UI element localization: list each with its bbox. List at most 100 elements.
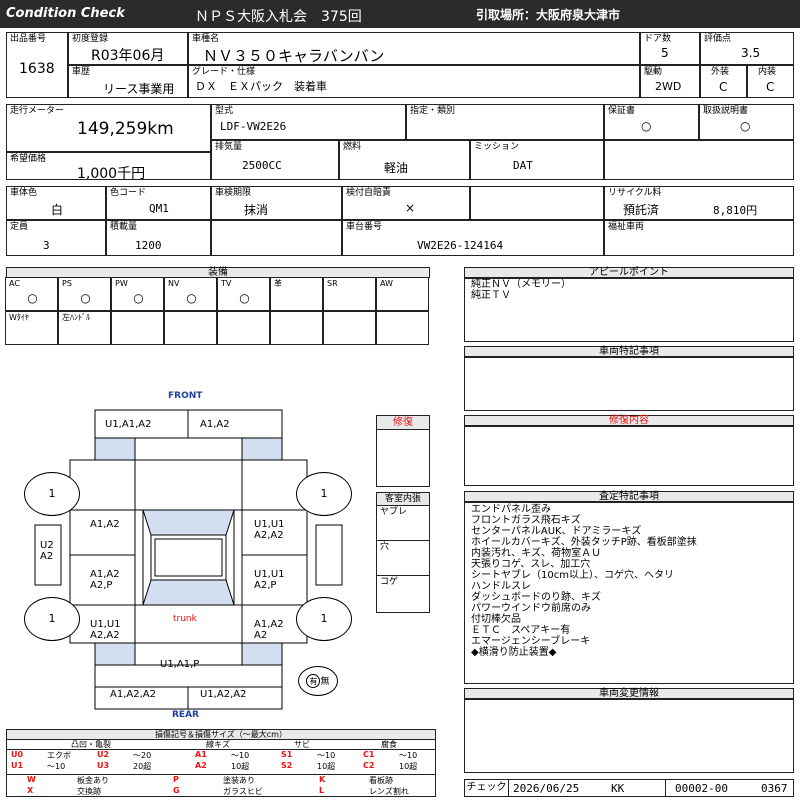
ext-label: 外装 (711, 67, 730, 77)
equipment-label: 革 (274, 279, 282, 288)
drive-label: 駆動 (644, 67, 663, 77)
tire-front-left[interactable]: 1 (24, 472, 80, 516)
welfare-cell: 福祉車両 (604, 220, 794, 256)
equipment-cell: 左ﾊﾝﾄﾞﾙ (58, 311, 111, 345)
inspection-notes-box: エンドパネル歪み フロントガラス飛石キズ センターパネルAUK、ドアミラーキズ ホイー… (464, 502, 794, 684)
doors-label: ドア数 (644, 34, 672, 44)
inspection-note-line: ダッシュボードのり跡、キズ (471, 592, 601, 603)
damage-roof-front-left[interactable]: U1,A1,A2 (105, 419, 151, 430)
check-row: チェック 2026/06/25 KK 00002-00 0367 (464, 779, 794, 797)
legend-desc: ～20 (133, 751, 152, 760)
header-bar: Condition Check ＮＰＳ大阪入札会 375回 引取場所：大阪府泉大… (0, 0, 800, 28)
equipment-mark: ○ (186, 291, 197, 305)
inspection-value: 抹消 (244, 203, 269, 217)
blank-cell-3 (211, 220, 342, 256)
welfare-label: 福祉車両 (608, 222, 645, 232)
repair-title: 修復 (377, 416, 429, 430)
appeal-header: アピールポイント (464, 267, 794, 278)
designation-cell: 指定・類別 (406, 104, 604, 140)
appeal-box: 純正ＮＶ（メモリー） 純正ＴＶ (464, 278, 794, 342)
score-label: 評価点 (704, 34, 732, 44)
inspection-note-line: フロントガラス飛石キズ (471, 515, 581, 526)
appeal-line: 純正ＴＶ (471, 290, 511, 301)
equipment-label: 左ﾊﾝﾄﾞﾙ (62, 313, 90, 322)
damage-roof-front-right[interactable]: A1,A2 (200, 419, 230, 430)
legend-code: U1 (11, 761, 24, 770)
manual-label: 取扱説明書 (703, 106, 749, 116)
legend-mark-desc: レンズ割れ (369, 787, 409, 796)
mileage-label: 走行メーター (10, 106, 65, 116)
legend-groups: 凸凹・亀裂 線キズ サビ 腐食 (7, 740, 435, 750)
legend-rows: U0 エクボ U2 ～20 A1 ～10 S1 ～10 C1 ～10 U1 ～10 U3 20超 A2 10超… (7, 750, 435, 772)
damage-left-rear[interactable]: U1,U1 A2,A2 (90, 619, 134, 641)
recycle-fee: 8,810円 (713, 204, 758, 217)
damage-bottom-left[interactable]: A1,A2,A2 (110, 689, 156, 700)
damage-left-front[interactable]: A1,A2 (90, 519, 120, 530)
capacity-cell: 定員 3 (6, 220, 106, 256)
fuel-value: 軽油 (384, 161, 409, 175)
legend-code: A2 (195, 761, 207, 770)
tire-rear-right[interactable]: 1 (296, 597, 352, 641)
repair-box: 修復 (376, 415, 430, 487)
inspection-notes-header: 査定特記事項 (464, 491, 794, 502)
equipment-cell: AW (376, 277, 429, 311)
equipment-label: PS (62, 279, 72, 288)
name-cell: 車種名 ＮＶ３５０キャラバンバン (188, 32, 640, 65)
model-value: LDF-VW2E26 (220, 120, 287, 133)
int-value: C (766, 80, 775, 94)
legend-group: 腐食 (381, 740, 397, 749)
displacement-cell: 排気量 2500CC (211, 140, 339, 180)
price-cell: 希望価格 1,000千円 (6, 152, 211, 182)
legend-code: A1 (195, 750, 207, 759)
tire-front-right[interactable]: 1 (296, 472, 352, 516)
legend-mark-code: P (173, 775, 179, 784)
damage-bottom-right[interactable]: U1,A2,A2 (200, 689, 246, 700)
damage-rear-panel[interactable]: U1,A1,P (160, 659, 199, 670)
ext-cell: 外装 C (700, 65, 747, 98)
color-code-value: QM1 (149, 202, 169, 215)
damage-left-mid[interactable]: A1,A2 A2,P (90, 569, 134, 591)
damage-right-rear[interactable]: A1,A2 A2 (254, 619, 298, 641)
lot-cell: 出品番号 1638 (6, 32, 68, 98)
equipment-cell: TV ○ (217, 277, 270, 311)
inspection-note-line: ◆横滑り防止装置◆ (471, 647, 557, 658)
grade-cell: グレード・仕様 ＤＸ ＥＸパック 装着車 (188, 65, 640, 98)
legend-title: 損傷記号＆損傷サイズ（～最大cm） (7, 730, 435, 740)
recycle-status: 預託済 (623, 203, 660, 217)
fuel-cell: 燃料 軽油 (339, 140, 470, 180)
vehicle-name: ＮＶ３５０キャラバンバン (203, 47, 385, 65)
equipment-cell: NV ○ (164, 277, 217, 311)
inspection-note-line: エマージェンシーブレーキ (471, 636, 591, 647)
warranty-value: ○ (641, 119, 652, 133)
mission-value: DAT (513, 159, 533, 172)
damage-right-mid[interactable]: U1,U1 A2,P (254, 569, 298, 591)
damage-left-side[interactable]: U2 A2 (40, 540, 58, 562)
equipment-mark: ○ (80, 291, 91, 305)
legend-desc: ～10 (231, 751, 250, 760)
equipment-cell (164, 311, 217, 345)
damage-right-front[interactable]: U1,U1 A2,A2 (254, 519, 300, 541)
inspection-note-line: センターパネルAUK、ドアミラーキズ (471, 526, 642, 537)
car-diagram: FRONT REAR 1 1 1 1 U1,A1,A2 A1,A2 A1,A2 … (0, 385, 375, 725)
legend-mark-code: K (319, 775, 326, 784)
inspection-note-line: 天張りコゲ、スレ、加工穴 (471, 559, 591, 570)
grade-value: ＤＸ ＥＸパック 装着車 (195, 80, 327, 93)
model-cell: 型式 LDF-VW2E26 (211, 104, 406, 140)
fuel-label: 燃料 (343, 142, 362, 152)
equipment-cell: AC ○ (5, 277, 58, 311)
check-label: チェック (465, 780, 509, 796)
mileage-cell: 走行メーター 149,259km (6, 104, 211, 152)
grade-label: グレード・仕様 (192, 67, 256, 77)
inspection-note-line: 付切棒欠品 (471, 614, 521, 625)
repair-content-box (464, 426, 794, 486)
reg-value: R03年06月 (91, 48, 165, 64)
tire-rear-left[interactable]: 1 (24, 597, 80, 641)
equipment-label: AC (9, 279, 20, 288)
drive-cell: 駆動 2WD (640, 65, 700, 98)
equipment-cell: 革 (270, 277, 323, 311)
check-divider (665, 780, 666, 796)
color-code-label: 色コード (110, 188, 147, 198)
legend-desc: 10超 (399, 762, 418, 771)
history-cell: 車歴 リース事業用 (68, 65, 188, 98)
legend-mark-desc: 看板跡 (369, 776, 393, 785)
